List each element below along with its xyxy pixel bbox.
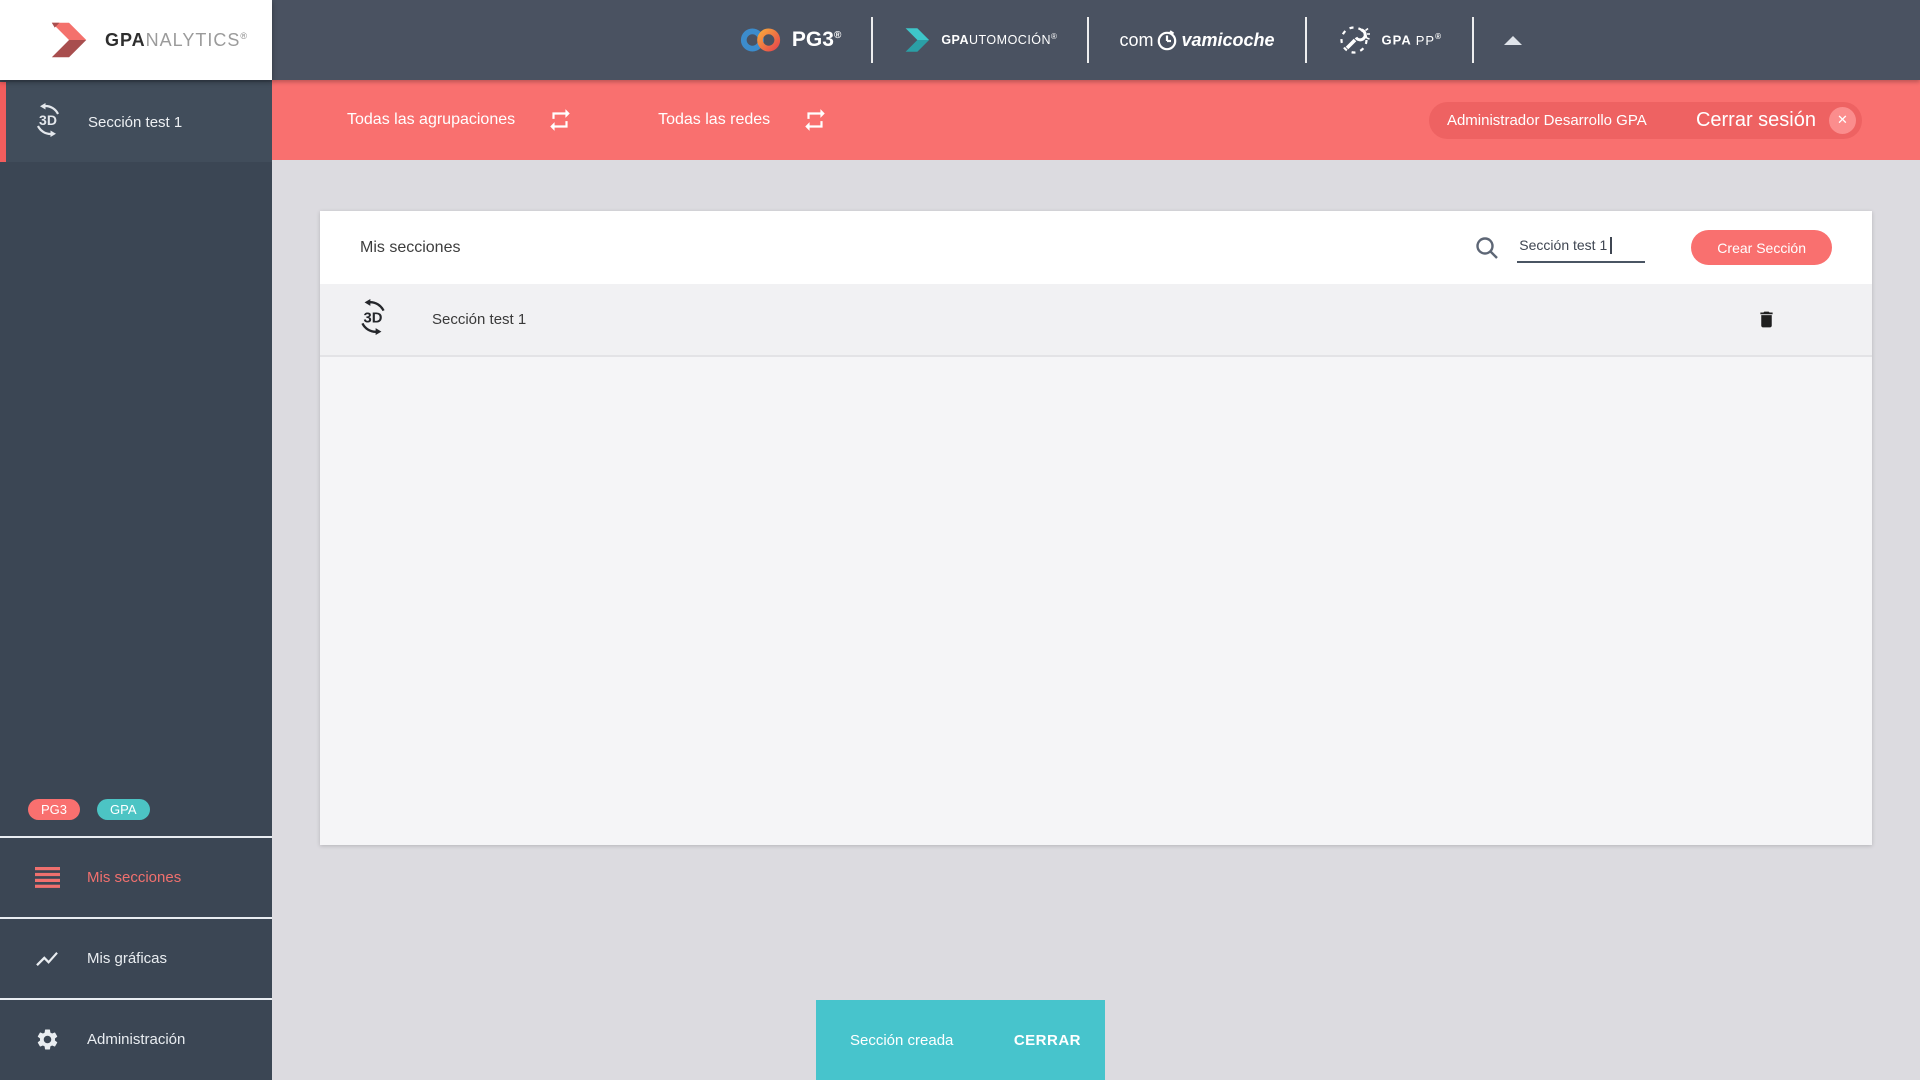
user-session-pill: Administrador Desarrollo GPA Cerrar sesi… bbox=[1428, 101, 1862, 139]
top-header: PG3® GPAUTOMOCIÓN® com vamicoche GPA PP® bbox=[272, 0, 1920, 80]
menu-item-label: Mis secciones bbox=[87, 869, 182, 886]
3d-rotation-icon: 3D bbox=[30, 102, 66, 142]
menu-bars-icon bbox=[34, 865, 60, 891]
delete-section-button[interactable] bbox=[1756, 309, 1777, 330]
sidebar: GPANALYTICS® 3D Sección test 1 PG3 GPA M… bbox=[0, 0, 272, 1080]
clock-icon bbox=[1158, 30, 1177, 51]
toast-close-button[interactable]: CERRAR bbox=[1014, 1032, 1081, 1049]
gpapp-logo-text: GPA PP® bbox=[1381, 32, 1442, 48]
sidebar-item-mis-secciones[interactable]: Mis secciones bbox=[0, 836, 272, 917]
swap-redes-icon[interactable] bbox=[802, 107, 828, 133]
gpanalytics-logo-text: GPANALYTICS® bbox=[105, 30, 248, 51]
search-input[interactable] bbox=[1517, 232, 1646, 253]
sidebar-badges: PG3 GPA bbox=[28, 799, 150, 820]
header-separator bbox=[1087, 17, 1090, 63]
sidebar-item-seccion-test-1[interactable]: 3D Sección test 1 bbox=[0, 82, 272, 162]
sidebar-item-mis-graficas[interactable]: Mis gráficas bbox=[0, 917, 272, 998]
menu-item-label: Mis gráficas bbox=[87, 950, 168, 967]
line-chart-icon bbox=[34, 946, 60, 972]
gpa-badge[interactable]: GPA bbox=[97, 799, 150, 820]
filter-agrupaciones[interactable]: Todas las agrupaciones bbox=[347, 111, 515, 129]
collapse-header-arrow-icon[interactable] bbox=[1504, 35, 1522, 45]
search-icon[interactable] bbox=[1474, 235, 1500, 261]
header-separator bbox=[871, 17, 874, 63]
text-caret bbox=[1610, 236, 1612, 254]
filter-bar: Todas las agrupaciones Todas las redes A… bbox=[272, 80, 1920, 160]
menu-item-label: Administración bbox=[87, 1031, 186, 1048]
toast-message: Sección creada bbox=[850, 1031, 954, 1049]
pg3-infinity-icon bbox=[740, 28, 781, 52]
header-separator bbox=[1304, 17, 1307, 63]
pg3-logo: PG3® bbox=[739, 24, 841, 56]
filter-redes[interactable]: Todas las redes bbox=[658, 111, 770, 129]
svg-text:3D: 3D bbox=[364, 310, 383, 326]
wrench-icon bbox=[1339, 26, 1370, 54]
gpautomocion-arrow-icon bbox=[905, 28, 930, 52]
gpanalytics-logo-icon bbox=[51, 22, 87, 58]
page-title: Mis secciones bbox=[360, 238, 461, 256]
app-root: GPANALYTICS® 3D Sección test 1 PG3 GPA M… bbox=[0, 0, 1920, 1080]
gpautomocion-logo-text: GPAUTOMOCIÓN® bbox=[941, 32, 1058, 48]
logo-rest: NALYTICS bbox=[145, 29, 241, 50]
sections-card-header: Mis secciones Crear Sección bbox=[320, 211, 1872, 284]
comvamicoche-prefix: com bbox=[1119, 29, 1154, 50]
gpanalytics-logo: GPANALYTICS® bbox=[0, 0, 272, 80]
trash-icon bbox=[1760, 311, 1773, 328]
sidebar-item-administracion[interactable]: Administración bbox=[0, 998, 272, 1079]
logo-reg: ® bbox=[240, 30, 248, 41]
gear-icon bbox=[34, 1027, 60, 1053]
snackbar-toast: Sección creada CERRAR bbox=[816, 1000, 1105, 1080]
comvamicoche-suffix: vamicoche bbox=[1181, 29, 1275, 50]
gpautomocion-logo: GPAUTOMOCIÓN® bbox=[903, 25, 1057, 55]
sidebar-menu: Mis secciones Mis gráficas Administració… bbox=[0, 836, 272, 1079]
header-separator bbox=[1472, 17, 1474, 63]
section-row-name: Sección test 1 bbox=[432, 311, 527, 328]
sections-card: Mis secciones Crear Sección 3D bbox=[320, 211, 1872, 845]
logout-close-icon[interactable]: ✕ bbox=[1829, 106, 1856, 134]
section-row[interactable]: 3D Sección test 1 bbox=[320, 284, 1872, 357]
pg3-badge[interactable]: PG3 bbox=[28, 799, 81, 820]
3d-rotation-icon: 3D bbox=[354, 298, 392, 341]
search-field-wrap bbox=[1517, 232, 1646, 263]
create-section-button[interactable]: Crear Sección bbox=[1691, 230, 1832, 265]
pg3-logo-text: PG3® bbox=[791, 28, 842, 51]
comvamicoche-logo: com vamicoche bbox=[1119, 28, 1275, 52]
logout-button[interactable]: Cerrar sesión bbox=[1696, 109, 1816, 132]
logo-bold: GPA bbox=[105, 29, 146, 50]
swap-agrupaciones-icon[interactable] bbox=[547, 107, 573, 133]
sidebar-item-label: Sección test 1 bbox=[88, 113, 183, 131]
gpapp-logo: GPA PP® bbox=[1337, 22, 1442, 58]
current-user-label[interactable]: Administrador Desarrollo GPA bbox=[1447, 112, 1662, 129]
svg-text:3D: 3D bbox=[39, 112, 57, 128]
